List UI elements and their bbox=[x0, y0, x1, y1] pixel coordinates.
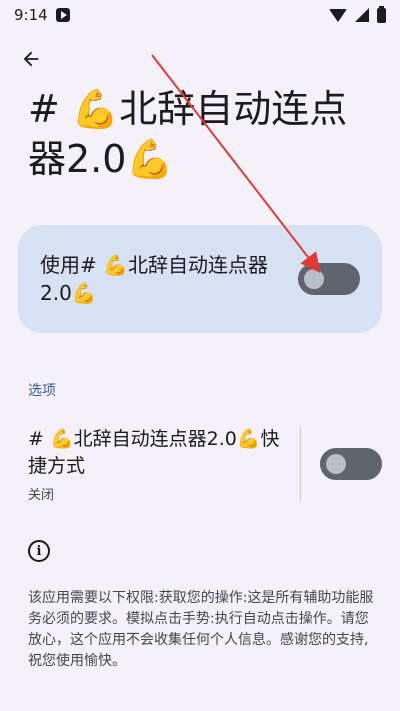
shortcut-row[interactable]: # 💪北辞自动连点器2.0💪快捷方式 关闭 bbox=[28, 424, 382, 504]
status-icons bbox=[329, 5, 386, 23]
page-title: # 💪北辞自动连点器2.0💪 bbox=[28, 87, 348, 181]
use-service-label: 使用# 💪北辞自动连点器2.0💪 bbox=[40, 253, 269, 305]
shortcut-summary: 关闭 bbox=[28, 487, 55, 503]
info-icon: i bbox=[28, 540, 50, 562]
battery-icon bbox=[377, 5, 386, 23]
back-button[interactable] bbox=[14, 42, 48, 76]
divider bbox=[300, 426, 301, 502]
cell-signal-icon bbox=[355, 8, 369, 22]
use-service-switch[interactable] bbox=[298, 263, 360, 295]
switch-thumb bbox=[326, 454, 346, 474]
switch-thumb bbox=[304, 269, 324, 289]
arrow-back-icon bbox=[23, 51, 39, 67]
use-service-card[interactable]: 使用# 💪北辞自动连点器2.0💪 bbox=[18, 225, 382, 333]
media-notification-icon bbox=[55, 8, 70, 22]
status-bar: 9:14 bbox=[0, 0, 400, 30]
shortcut-title: # 💪北辞自动连点器2.0💪快捷方式 bbox=[28, 427, 280, 477]
permission-description: 该应用需要以下权限:获取您的操作:这是所有辅助功能服务必须的要求。模拟点击手势:… bbox=[28, 590, 374, 669]
options-section-header: 选项 bbox=[28, 383, 56, 399]
shortcut-text: # 💪北辞自动连点器2.0💪快捷方式 关闭 bbox=[28, 426, 290, 503]
wifi-icon bbox=[329, 8, 347, 22]
status-time: 9:14 bbox=[14, 6, 48, 24]
shortcut-switch[interactable] bbox=[320, 448, 382, 480]
